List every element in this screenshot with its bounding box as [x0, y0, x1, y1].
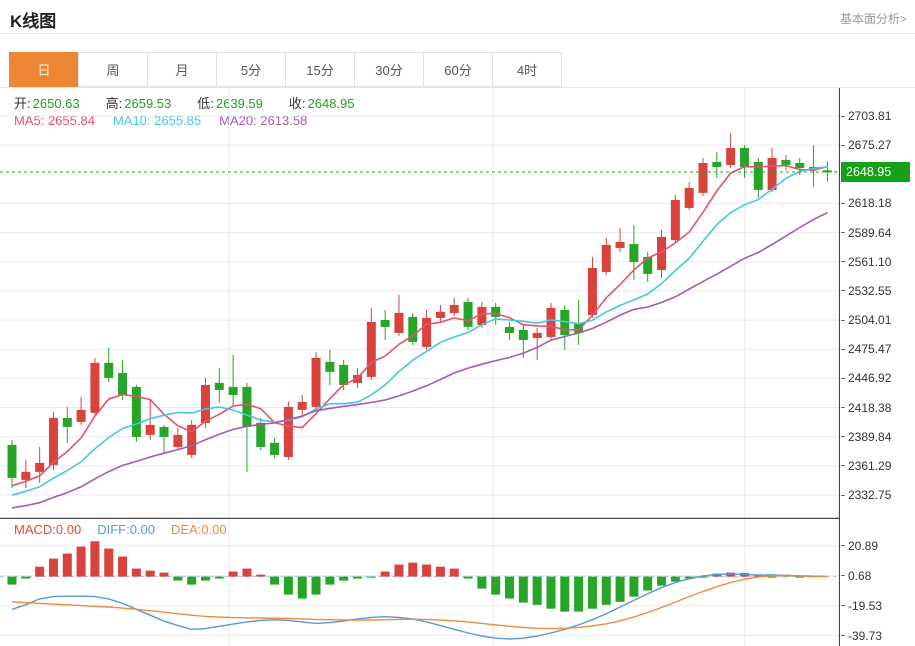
price-axis-tick-9: [841, 377, 845, 379]
macd-axis-label-1: 0.68: [848, 568, 872, 583]
price-axis-tick-0: [841, 115, 845, 117]
price-axis-label-0: 2703.81: [848, 109, 892, 123]
price-axis-label-9: 2446.92: [848, 371, 892, 386]
macd-axis-tick-3: [841, 635, 845, 637]
price-axis-label-5: 2561.10: [848, 254, 892, 269]
price-axis-tick-6: [841, 290, 845, 292]
tab-period-6[interactable]: 60分: [423, 52, 493, 87]
price-axis-label-10: 2418.38: [848, 400, 892, 415]
candlestick-chart[interactable]: [0, 88, 841, 520]
tab-period-2[interactable]: 月: [147, 52, 217, 87]
price-axis-label-4: 2589.64: [848, 225, 892, 240]
price-axis: 2703.81 2675.27 2618.18 2589.64 2561.10 2532.…: [840, 88, 915, 519]
period-tabbar: 日周月 5分 15分 30分 60分 4时: [9, 52, 562, 87]
current-price-tag: 2648.95: [841, 162, 910, 183]
macd-axis-label-0: 20.89: [848, 538, 879, 553]
price-axis-label-3: 2618.18: [848, 196, 892, 211]
price-axis-tick-3: [841, 202, 845, 204]
price-axis-tick-10: [841, 407, 845, 409]
price-axis-label-13: 2332.75: [848, 488, 892, 502]
macd-axis-label-3: -39.73: [848, 628, 883, 643]
kline-app: K线图 基本面分析> 日周月 5分 15分 30分 60分 4时 开: 2650.63 高: 2…: [0, 0, 915, 646]
price-axis-tick-11: [841, 436, 845, 438]
price-axis-label-11: 2389.84: [848, 429, 892, 444]
price-axis-tick-7: [841, 319, 845, 321]
price-axis-label-8: 2475.47: [848, 342, 892, 357]
ma5-line: [11, 164, 828, 487]
tab-period-0[interactable]: 日: [9, 52, 79, 87]
price-axis-tick-12: [841, 465, 845, 467]
macd-axis-tick-2: [841, 605, 845, 607]
tab-period-1[interactable]: 周: [78, 52, 148, 87]
macd-svg: [0, 519, 841, 646]
candlestick-svg: [0, 88, 841, 520]
macd-axis-label-2: -19.53: [848, 598, 883, 613]
tab-period-5[interactable]: 30分: [354, 52, 424, 87]
macd-chart[interactable]: [0, 519, 841, 646]
price-axis-label-6: 2532.55: [848, 283, 892, 298]
macd-axis-tick-1: [841, 575, 845, 577]
price-axis-tick-4: [841, 232, 845, 234]
tab-period-4[interactable]: 15分: [285, 52, 355, 87]
diff_line: [11, 573, 828, 640]
price-axis-tick-8: [841, 348, 845, 350]
price-axis-tick-13: [841, 494, 845, 496]
price-axis-label-12: 2361.29: [848, 458, 892, 473]
tab-period-3[interactable]: 5分: [216, 52, 286, 87]
macd-axis-tick-0: [841, 545, 845, 547]
price-axis-tick-5: [841, 261, 845, 263]
macd-axis: 20.89 0.68 -19.53 -39.73: [840, 519, 915, 646]
price-axis-label-1: 2675.27: [848, 138, 892, 153]
ma20-line: [11, 211, 828, 509]
price-axis-tick-1: [841, 144, 845, 146]
price-axis-label-7: 2504.01: [848, 313, 892, 328]
header-divider: [0, 33, 915, 34]
tab-period-7[interactable]: 4时: [492, 52, 562, 87]
fundamental-analysis-link[interactable]: 基本面分析>: [840, 10, 907, 27]
page-title: K线图: [10, 12, 57, 31]
